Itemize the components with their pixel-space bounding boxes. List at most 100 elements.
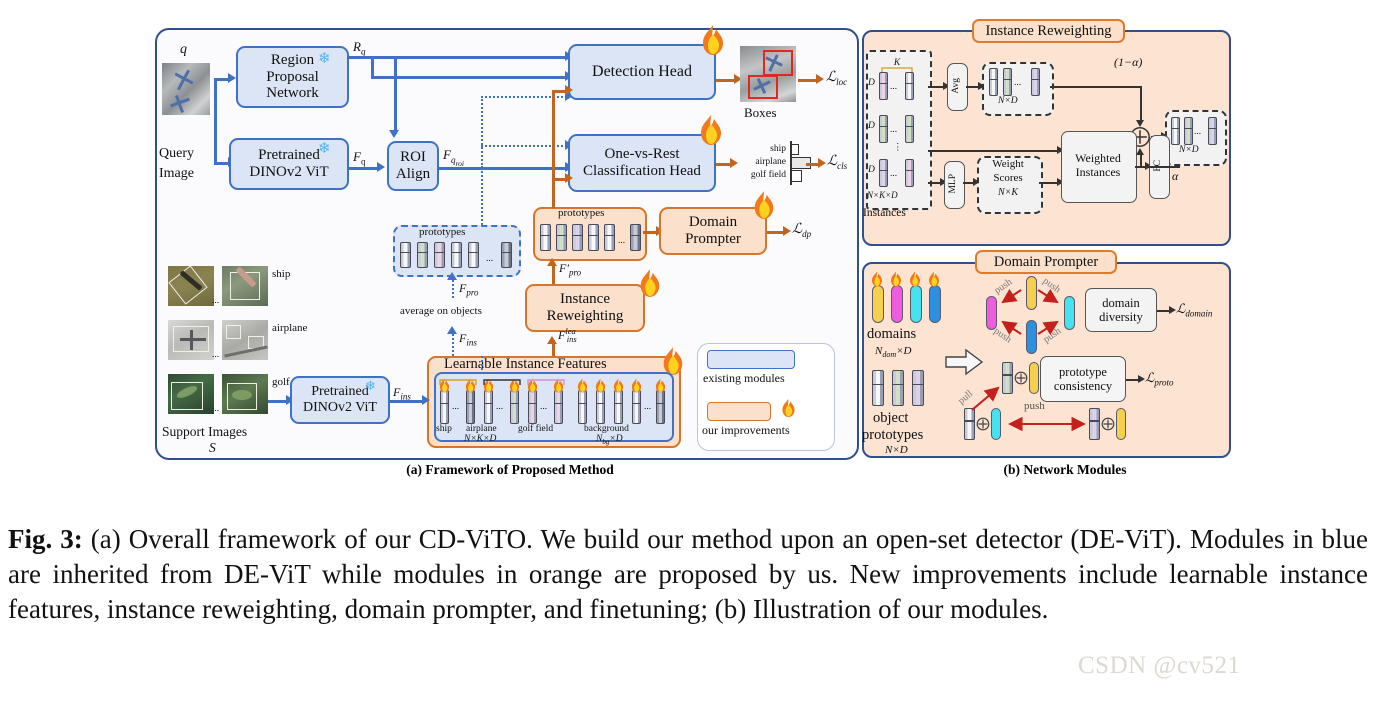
- cls-head-line2: Classification Head: [583, 163, 701, 179]
- tensor-Fins-dotted: Fins: [459, 331, 477, 348]
- tensor-Fins-lea: Fleains: [558, 326, 577, 345]
- flame-icon-domain-3: [910, 271, 920, 287]
- instance-reweighting-line1: Instance: [560, 291, 610, 308]
- module-region-proposal-network[interactable]: Region Proposal Network: [236, 46, 349, 108]
- cls-row-golf-field: golf field: [750, 170, 786, 180]
- group-bracket-golf-field: [527, 379, 565, 385]
- module-roi-align[interactable]: ROI Align: [387, 141, 439, 191]
- instances-label: Instances: [863, 207, 906, 219]
- figure-caption-text: (a) Overall framework of our CD-ViTO. We…: [8, 524, 1368, 625]
- lif-ellipsis-1: ...: [452, 402, 460, 412]
- instance-reweighting-title: Instance Reweighting: [972, 19, 1125, 43]
- figure-caption: Fig. 3: (a) Overall framework of our CD-…: [8, 522, 1368, 627]
- rpn-label-line3: Network: [266, 85, 319, 102]
- alpha-label: α: [1172, 169, 1179, 183]
- learnable-instance-features-label: Learnable Instance Features: [444, 356, 607, 372]
- tensor-Fpro-prime: F′pro: [559, 261, 582, 278]
- lif-ellipsis-2: ...: [496, 402, 504, 412]
- prototype-consistency-line2: consistency: [1053, 379, 1113, 393]
- reweighting-output-shape: N×D: [1179, 145, 1199, 155]
- block-arrow-right-icon: [945, 348, 984, 376]
- loss-domain: ℒdomain: [1176, 301, 1213, 319]
- instance-reweighting-line2: Reweighting: [546, 308, 624, 324]
- cls-head-line1: One-vs-Rest: [604, 146, 680, 163]
- flame-icon-domain-1: [872, 271, 882, 287]
- weighted-instances-line2: Instances: [1075, 165, 1121, 179]
- flame-icon-lif-bg-2: [595, 378, 606, 393]
- weighted-instances-line1: Weighted: [1075, 151, 1121, 166]
- backbone-s-line1: Pretrained: [311, 384, 369, 400]
- rpn-label-line2: Proposal: [266, 68, 319, 85]
- domain-diversity-line2: diversity: [1099, 310, 1143, 324]
- lif-shape-fg: N×K×D: [464, 434, 497, 444]
- loss-loc: ℒloc: [826, 70, 848, 87]
- cls-row-airplane: airplane: [755, 157, 786, 167]
- legend-swatch-ours: [707, 402, 771, 421]
- reweighting-output-ellipsis: ...: [1194, 127, 1202, 137]
- module-detection-head[interactable]: Detection Head: [568, 44, 716, 100]
- instances-shape: N×K×D: [867, 190, 898, 200]
- prototype-consistency-block: prototype consistency: [1040, 356, 1126, 402]
- flame-icon-classification-head: [701, 115, 721, 145]
- mlp-label: MLP: [948, 174, 959, 194]
- instances-row1-ellipsis: ...: [890, 82, 898, 92]
- lif-label-ship: ship: [436, 424, 452, 434]
- module-pretrained-dinov2-vit-query[interactable]: Pretrained DINOv2 ViT: [229, 138, 349, 190]
- flame-icon-legend: [782, 398, 795, 418]
- support-images-symbol: S: [209, 440, 216, 455]
- tensor-Fq: Fq: [353, 149, 366, 167]
- loss-cls: ℒcls: [827, 154, 848, 171]
- weighted-instances-label: Weighted Instances: [1061, 131, 1135, 201]
- instances-D-2: D: [868, 121, 875, 131]
- weight-scores-shape: N×K: [997, 187, 1019, 198]
- flame-icon-lif-bg-1: [577, 378, 588, 393]
- push-label-5: push: [1024, 400, 1045, 412]
- panel-b-caption: (b) Network Modules: [1003, 462, 1127, 477]
- backbone-s-line2: DINOv2 ViT: [303, 400, 377, 415]
- weight-scores-line2: Scores: [993, 172, 1023, 184]
- domain-diversity-block: domain diversity: [1085, 288, 1157, 332]
- flame-icon-detection-head: [703, 25, 723, 55]
- legend-label-existing: existing modules: [703, 371, 785, 385]
- backbone-q-line1: Pretrained: [258, 147, 320, 164]
- module-one-vs-rest-classification-head[interactable]: One-vs-Rest Classification Head: [568, 134, 716, 192]
- flame-icon-instance-reweighting: [640, 269, 660, 297]
- detection-boxes-thumbnail: [740, 46, 796, 102]
- legend-swatch-existing: [707, 350, 795, 369]
- weight-scores-line1: Weight: [992, 158, 1024, 170]
- rpn-label-line1: Region: [270, 51, 315, 68]
- prototypes-blue-ellipsis: ...: [486, 254, 494, 264]
- query-symbol: q: [180, 42, 187, 57]
- snowflake-frozen-icon-rpn: ❄: [318, 51, 331, 67]
- prototypes-blue-label: prototypes: [419, 226, 466, 238]
- support-class-airplane: airplane: [272, 322, 308, 334]
- support-ellipsis-ship: ...: [212, 296, 220, 306]
- flame-icon-lif-bg-5: [655, 378, 666, 393]
- detection-head-label: Detection Head: [592, 63, 692, 81]
- cls-row-ship: ship: [770, 144, 786, 154]
- domain-prompter-line2: Prompter: [685, 231, 741, 247]
- boxes-label: Boxes: [744, 105, 777, 120]
- snowflake-frozen-icon-backbone-q: ❄: [318, 141, 331, 157]
- one-minus-alpha-label: (1−α): [1114, 55, 1143, 69]
- roi-label-line1: ROI: [400, 149, 426, 166]
- group-bracket-airplane: [483, 379, 521, 385]
- loss-dp: ℒdp: [792, 222, 812, 239]
- prototypes-orange-label: prototypes: [558, 207, 605, 219]
- prototype-consistency-line1: prototype: [1059, 365, 1107, 379]
- avg-label: Avg: [951, 78, 962, 94]
- flame-icon-domain-prompter: [754, 191, 774, 219]
- support-class-ship: ship: [272, 268, 291, 280]
- avg-output-ellipsis: ...: [1014, 78, 1022, 88]
- query-image-thumbnail: [162, 63, 210, 115]
- module-instance-reweighting[interactable]: Instance Reweighting: [525, 284, 645, 332]
- object-prototypes-line2: prototypes: [862, 427, 924, 443]
- flame-icon-lif-bg-3: [613, 378, 624, 393]
- instances-group: [866, 50, 932, 210]
- cls-bar-golf-field: [791, 170, 802, 182]
- prototypes-orange-ellipsis: ...: [618, 236, 626, 246]
- push-double-arrow: [1007, 416, 1087, 432]
- support-ellipsis-airplane: ...: [212, 350, 220, 360]
- support-image-golf-field-2: [222, 374, 268, 414]
- instances-D-3: D: [868, 165, 875, 175]
